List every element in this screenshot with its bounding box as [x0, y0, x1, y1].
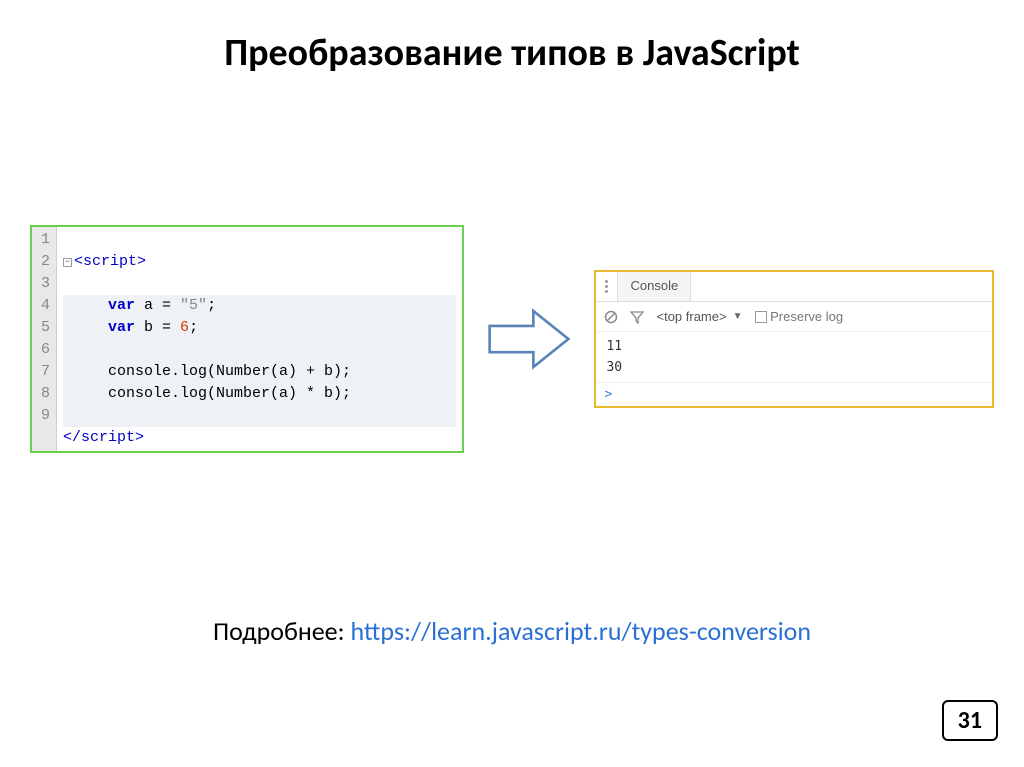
footer-url[interactable]: https://learn.javascript.ru/types-conver…	[350, 615, 811, 647]
code-text: ;	[189, 319, 198, 336]
drag-handle-icon[interactable]	[596, 272, 618, 301]
preserve-log-toggle[interactable]: Preserve log	[755, 309, 844, 324]
console-tabbar: Console	[596, 272, 992, 302]
fold-icon: −	[63, 258, 72, 267]
chevron-down-icon: ▼	[733, 311, 743, 322]
code-number: 6	[180, 319, 189, 336]
console-prompt[interactable]: >	[596, 382, 992, 406]
code-tag-open: <script>	[74, 253, 146, 270]
line-num: 9	[36, 405, 50, 427]
slide-title: Преобразование типов в JavaScript	[0, 0, 1024, 76]
line-num: 1	[36, 229, 50, 251]
line-num: 4	[36, 295, 50, 317]
arrow-icon	[484, 304, 574, 374]
console-toolbar: <top frame> ▼ Preserve log	[596, 302, 992, 332]
line-num: 6	[36, 339, 50, 361]
content-row: 1 2 3 4 5 6 7 8 9 −<script> var a = "5";…	[30, 225, 994, 453]
filter-icon[interactable]	[630, 310, 644, 324]
code-tag-close: </script>	[63, 429, 144, 446]
code-text: b =	[135, 319, 180, 336]
code-editor: 1 2 3 4 5 6 7 8 9 −<script> var a = "5";…	[30, 225, 464, 453]
kw-var: var	[108, 297, 135, 314]
tab-console[interactable]: Console	[618, 272, 691, 301]
checkbox-icon	[755, 311, 767, 323]
code-string: "5"	[180, 297, 207, 314]
line-num: 2	[36, 251, 50, 273]
line-num: 3	[36, 273, 50, 295]
console-line: 11	[606, 336, 982, 357]
footer-label: Подробнее:	[213, 615, 351, 647]
line-num: 5	[36, 317, 50, 339]
code-line: console.log(Number(a) + b);	[108, 363, 351, 380]
line-num: 8	[36, 383, 50, 405]
code-line: console.log(Number(a) * b);	[108, 385, 351, 402]
kw-var: var	[108, 319, 135, 336]
footer-reference: Подробнее: https://learn.javascript.ru/t…	[0, 615, 1024, 647]
preserve-log-label: Preserve log	[770, 309, 843, 324]
clear-icon[interactable]	[604, 310, 618, 324]
console-output: 11 30	[596, 332, 992, 382]
line-num: 7	[36, 361, 50, 383]
frame-selector[interactable]: <top frame> ▼	[656, 309, 742, 324]
frame-label: <top frame>	[656, 309, 726, 324]
code-body: −<script> var a = "5"; var b = 6; consol…	[57, 227, 462, 451]
console-line: 30	[606, 357, 982, 378]
code-text: ;	[207, 297, 216, 314]
devtools-console: Console <top frame> ▼ Preserve log 11 30…	[594, 270, 994, 408]
code-text: a =	[135, 297, 180, 314]
page-number: 31	[942, 700, 998, 741]
line-gutter: 1 2 3 4 5 6 7 8 9	[32, 227, 57, 451]
